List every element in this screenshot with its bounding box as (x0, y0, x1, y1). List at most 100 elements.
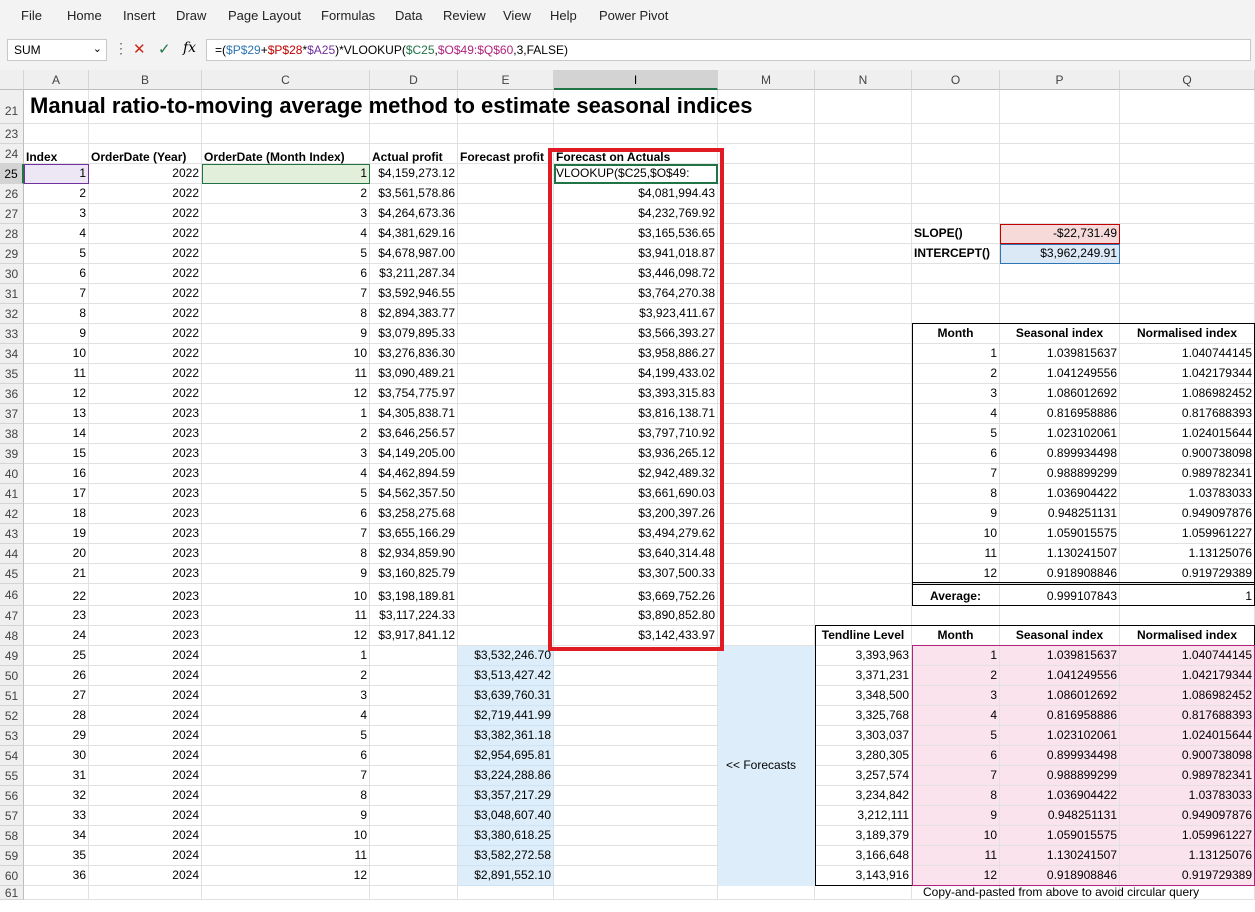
row-header-31[interactable]: 31 (0, 284, 24, 304)
seasonal-month-cell[interactable]: 6 (912, 444, 1000, 464)
empty-cell[interactable] (458, 364, 554, 384)
index-cell[interactable]: 9 (24, 324, 89, 344)
empty-cell[interactable] (718, 344, 815, 364)
index-cell[interactable]: 8 (24, 304, 89, 324)
empty-cell[interactable] (718, 504, 815, 524)
actual-profit-cell[interactable]: $3,917,841.12 (370, 626, 458, 646)
tendline-cell[interactable]: 3,371,231 (815, 666, 912, 686)
month-index-cell[interactable]: 8 (202, 304, 370, 324)
empty-cell[interactable] (718, 484, 815, 504)
tendline-cell[interactable]: 3,393,963 (815, 646, 912, 666)
name-box[interactable]: SUM ⌄ (7, 39, 107, 61)
seasonal2-month-cell[interactable]: 5 (912, 726, 1000, 746)
empty-cell[interactable] (1120, 304, 1255, 324)
tendline-cell[interactable]: 3,166,648 (815, 846, 912, 866)
index-cell[interactable]: 11 (24, 364, 89, 384)
actual-profit-cell[interactable]: $4,562,357.50 (370, 484, 458, 504)
month-index-cell[interactable]: 5 (202, 726, 370, 746)
row-header-56[interactable]: 56 (0, 786, 24, 806)
forecast-on-actuals-cell[interactable]: $3,142,433.97 (554, 626, 718, 646)
seasonal-month-cell[interactable]: 7 (912, 464, 1000, 484)
seasonal2-index-cell[interactable]: 1.086012692 (1000, 686, 1120, 706)
empty-cell[interactable] (718, 786, 815, 806)
empty-cell[interactable] (458, 464, 554, 484)
seasonal-index-cell[interactable]: 0.899934498 (1000, 444, 1120, 464)
normalised-index-cell[interactable]: 0.900738098 (1120, 444, 1255, 464)
normalised-index-cell[interactable]: 0.919729389 (1120, 564, 1255, 584)
actual-profit-cell[interactable]: $2,894,383.77 (370, 304, 458, 324)
tendline-cell[interactable]: 3,303,037 (815, 726, 912, 746)
month-index-cell[interactable]: 10 (202, 584, 370, 606)
empty-cell[interactable] (815, 444, 912, 464)
index-cell[interactable]: 2 (24, 184, 89, 204)
empty-cell[interactable] (370, 886, 458, 900)
seasonal-month-cell[interactable]: 8 (912, 484, 1000, 504)
seasonal2-header-index[interactable]: Seasonal index (1000, 626, 1120, 646)
empty-cell[interactable] (912, 264, 1000, 284)
row-header-35[interactable]: 35 (0, 364, 24, 384)
year-cell[interactable]: 2024 (89, 666, 202, 686)
seasonal2-index-cell[interactable]: 1.023102061 (1000, 726, 1120, 746)
actual-profit-cell[interactable]: $3,160,825.79 (370, 564, 458, 584)
forecast-on-actuals-cell[interactable]: $4,081,994.43 (554, 184, 718, 204)
row-header-49[interactable]: 49 (0, 646, 24, 666)
empty-cell[interactable] (458, 204, 554, 224)
empty-cell[interactable] (458, 544, 554, 564)
forecast-on-actuals-cell[interactable]: $4,199,433.02 (554, 364, 718, 384)
empty-cell[interactable] (554, 746, 718, 766)
tendline-cell[interactable]: 3,234,842 (815, 786, 912, 806)
empty-cell[interactable] (89, 124, 202, 144)
column-header-B[interactable]: B (89, 70, 202, 90)
row-header-57[interactable]: 57 (0, 806, 24, 826)
enter-icon[interactable]: ✓ (158, 40, 171, 58)
month-index-cell[interactable]: 11 (202, 606, 370, 626)
tendline-cell[interactable]: 3,325,768 (815, 706, 912, 726)
year-cell[interactable]: 2022 (89, 384, 202, 404)
empty-cell[interactable] (912, 164, 1000, 184)
month-index-cell[interactable]: 6 (202, 746, 370, 766)
forecast-on-actuals-cell[interactable]: $3,200,397.26 (554, 504, 718, 524)
empty-cell[interactable] (815, 244, 912, 264)
empty-cell[interactable] (1120, 284, 1255, 304)
normalised-index-cell[interactable]: 1.059961227 (1120, 524, 1255, 544)
empty-cell[interactable] (718, 666, 815, 686)
row-header-33[interactable]: 33 (0, 324, 24, 344)
empty-cell[interactable] (815, 564, 912, 584)
empty-cell[interactable] (1120, 164, 1255, 184)
empty-cell[interactable] (912, 606, 1000, 626)
row-header-30[interactable]: 30 (0, 264, 24, 284)
empty-cell[interactable] (718, 244, 815, 264)
empty-cell[interactable] (815, 404, 912, 424)
empty-cell[interactable] (912, 144, 1000, 164)
index-cell[interactable]: 25 (24, 646, 89, 666)
menu-view[interactable]: View (503, 8, 531, 23)
empty-cell[interactable] (370, 666, 458, 686)
empty-cell[interactable] (370, 746, 458, 766)
index-cell[interactable]: 35 (24, 846, 89, 866)
row-header-29[interactable]: 29 (0, 244, 24, 264)
empty-cell[interactable] (815, 344, 912, 364)
actual-profit-cell[interactable]: $3,561,578.86 (370, 184, 458, 204)
empty-cell[interactable] (370, 726, 458, 746)
month-index-cell[interactable]: 1 (202, 646, 370, 666)
empty-cell[interactable] (458, 124, 554, 144)
seasonal-header-index[interactable]: Seasonal index (1000, 324, 1120, 344)
seasonal2-index-cell[interactable]: 0.918908846 (1000, 866, 1120, 886)
forecast-on-actuals-cell[interactable]: $3,640,314.48 (554, 544, 718, 564)
empty-cell[interactable] (1000, 90, 1120, 124)
index-cell[interactable]: 28 (24, 706, 89, 726)
year-cell[interactable]: 2022 (89, 164, 202, 184)
normalised2-index-cell[interactable]: 1.13125076 (1120, 846, 1255, 866)
row-header-27[interactable]: 27 (0, 204, 24, 224)
month-index-cell[interactable]: 11 (202, 846, 370, 866)
index-cell[interactable]: 24 (24, 626, 89, 646)
empty-cell[interactable] (718, 124, 815, 144)
forecast-profit-cell[interactable]: $3,532,246.70 (458, 646, 554, 666)
empty-cell[interactable] (370, 866, 458, 886)
empty-cell[interactable] (815, 384, 912, 404)
empty-cell[interactable] (718, 324, 815, 344)
column-header-M[interactable]: M (718, 70, 815, 90)
forecast-profit-cell[interactable]: $2,891,552.10 (458, 866, 554, 886)
normalised-index-cell[interactable]: 1.040744145 (1120, 344, 1255, 364)
seasonal2-index-cell[interactable]: 0.899934498 (1000, 746, 1120, 766)
